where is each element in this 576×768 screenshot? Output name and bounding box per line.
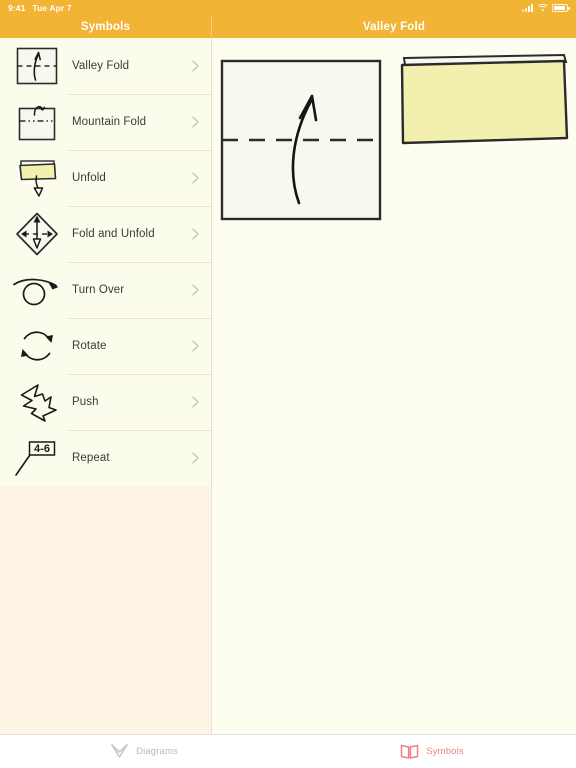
diagrams-icon	[110, 743, 129, 760]
detail-panel	[212, 38, 576, 734]
tab-symbols[interactable]: Symbols	[288, 735, 576, 768]
sidebar-item-unfold[interactable]: Unfold	[0, 150, 211, 206]
diagram-step-1	[220, 59, 382, 221]
sidebar-title: Symbols	[80, 21, 131, 33]
sidebar-item-repeat[interactable]: 4-6 Repeat	[0, 430, 211, 486]
chevron-right-icon	[189, 452, 201, 464]
repeat-icon: 4-6	[8, 432, 66, 484]
symbols-icon	[400, 743, 419, 760]
mountain-fold-icon	[8, 96, 66, 148]
sidebar-item-label: Valley Fold	[72, 60, 130, 72]
valley-fold-diagram	[220, 53, 569, 221]
split-view: Valley Fold Mountain Fold Unfold Fold an…	[0, 38, 576, 734]
sidebar: Valley Fold Mountain Fold Unfold Fold an…	[0, 38, 212, 734]
status-bar-right	[522, 4, 570, 12]
sidebar-item-label: Mountain Fold	[72, 116, 147, 128]
chevron-right-icon	[189, 116, 201, 128]
cellular-signal-icon	[522, 4, 533, 12]
detail-title: Valley Fold	[362, 21, 426, 33]
diagram-step-2	[400, 53, 569, 145]
symbols-list: Valley Fold Mountain Fold Unfold Fold an…	[0, 38, 211, 486]
chevron-right-icon	[189, 284, 201, 296]
sidebar-item-rotate[interactable]: Rotate	[0, 318, 211, 374]
navigation-bars: Symbols Valley Fold	[0, 16, 576, 38]
status-date: Tue Apr 7	[32, 3, 72, 13]
sidebar-nav-bar: Symbols	[0, 16, 212, 38]
sidebar-item-turn-over[interactable]: Turn Over	[0, 262, 211, 318]
tab-symbols-label: Symbols	[426, 746, 464, 757]
sidebar-item-push[interactable]: Push	[0, 374, 211, 430]
valley-fold-icon	[8, 40, 66, 92]
fold-and-unfold-icon	[8, 208, 66, 260]
chevron-right-icon	[189, 172, 201, 184]
tab-bar: Diagrams Symbols	[0, 734, 576, 768]
sidebar-item-label: Turn Over	[72, 284, 125, 296]
chevron-right-icon	[189, 60, 201, 72]
status-bar: 9:41 Tue Apr 7	[0, 0, 576, 16]
chevron-right-icon	[189, 340, 201, 352]
repeat-count-label: 4-6	[34, 443, 50, 455]
tab-diagrams-label: Diagrams	[136, 746, 178, 757]
sidebar-item-valley-fold[interactable]: Valley Fold	[0, 38, 211, 94]
rotate-icon	[8, 320, 66, 372]
sidebar-item-fold-and-unfold[interactable]: Fold and Unfold	[0, 206, 211, 262]
sidebar-item-mountain-fold[interactable]: Mountain Fold	[0, 94, 211, 150]
app-root: 9:41 Tue Apr 7 Symbols Valley Fold Valle…	[0, 0, 576, 768]
sidebar-item-label: Push	[72, 396, 99, 408]
wifi-icon	[536, 4, 549, 12]
turn-over-icon	[8, 264, 66, 316]
sidebar-item-label: Repeat	[72, 452, 110, 464]
push-icon	[8, 376, 66, 428]
tab-diagrams[interactable]: Diagrams	[0, 735, 288, 768]
unfold-icon	[8, 152, 66, 204]
sidebar-empty-area	[0, 486, 211, 734]
status-bar-left: 9:41 Tue Apr 7	[8, 3, 72, 13]
sidebar-item-label: Fold and Unfold	[72, 228, 155, 240]
chevron-right-icon	[189, 396, 201, 408]
sidebar-item-label: Rotate	[72, 340, 107, 352]
battery-icon	[552, 4, 570, 12]
status-time: 9:41	[8, 3, 26, 13]
chevron-right-icon	[189, 228, 201, 240]
detail-nav-bar: Valley Fold	[212, 16, 576, 38]
sidebar-item-label: Unfold	[72, 172, 106, 184]
